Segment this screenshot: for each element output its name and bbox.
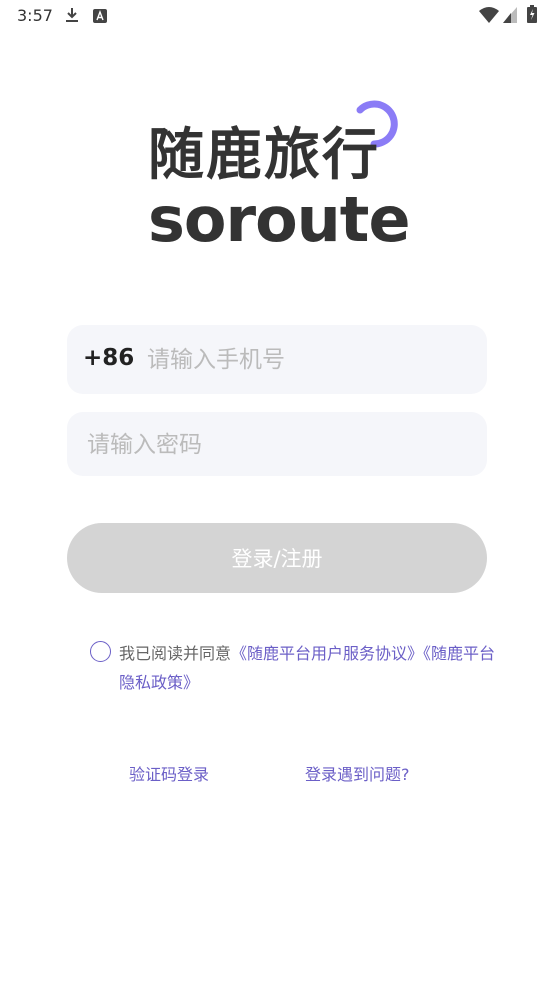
signal-icon: [503, 7, 517, 27]
download-icon: [64, 6, 80, 28]
logo-chinese-name: 随鹿旅行: [148, 123, 380, 188]
sms-login-link[interactable]: 验证码登录: [129, 761, 209, 785]
a-badge-icon: [93, 8, 107, 27]
phone-field: +86: [67, 325, 487, 394]
password-input[interactable]: [85, 426, 469, 464]
agreement-checkbox[interactable]: [90, 641, 111, 662]
phone-input[interactable]: [145, 341, 469, 379]
battery-icon: [527, 5, 537, 27]
login-register-button[interactable]: 登录/注册: [67, 523, 487, 593]
app-logo: 随鹿旅行 soroute: [144, 100, 414, 255]
logo-english-name: soroute: [148, 183, 410, 256]
user-agreement-link[interactable]: 《随鹿平台用户服务协议》: [231, 644, 423, 663]
status-time: 3:57: [17, 6, 53, 25]
country-code-selector[interactable]: +86: [83, 345, 134, 371]
agreement-text: 我已阅读并同意《随鹿平台用户服务协议》《随鹿平台隐私政策》: [119, 639, 499, 697]
wifi-icon: [479, 7, 499, 27]
login-help-link[interactable]: 登录遇到问题?: [305, 761, 410, 785]
status-bar: 3:57: [0, 0, 554, 30]
password-field: [67, 412, 487, 476]
agreement-prefix: 我已阅读并同意: [119, 644, 232, 663]
